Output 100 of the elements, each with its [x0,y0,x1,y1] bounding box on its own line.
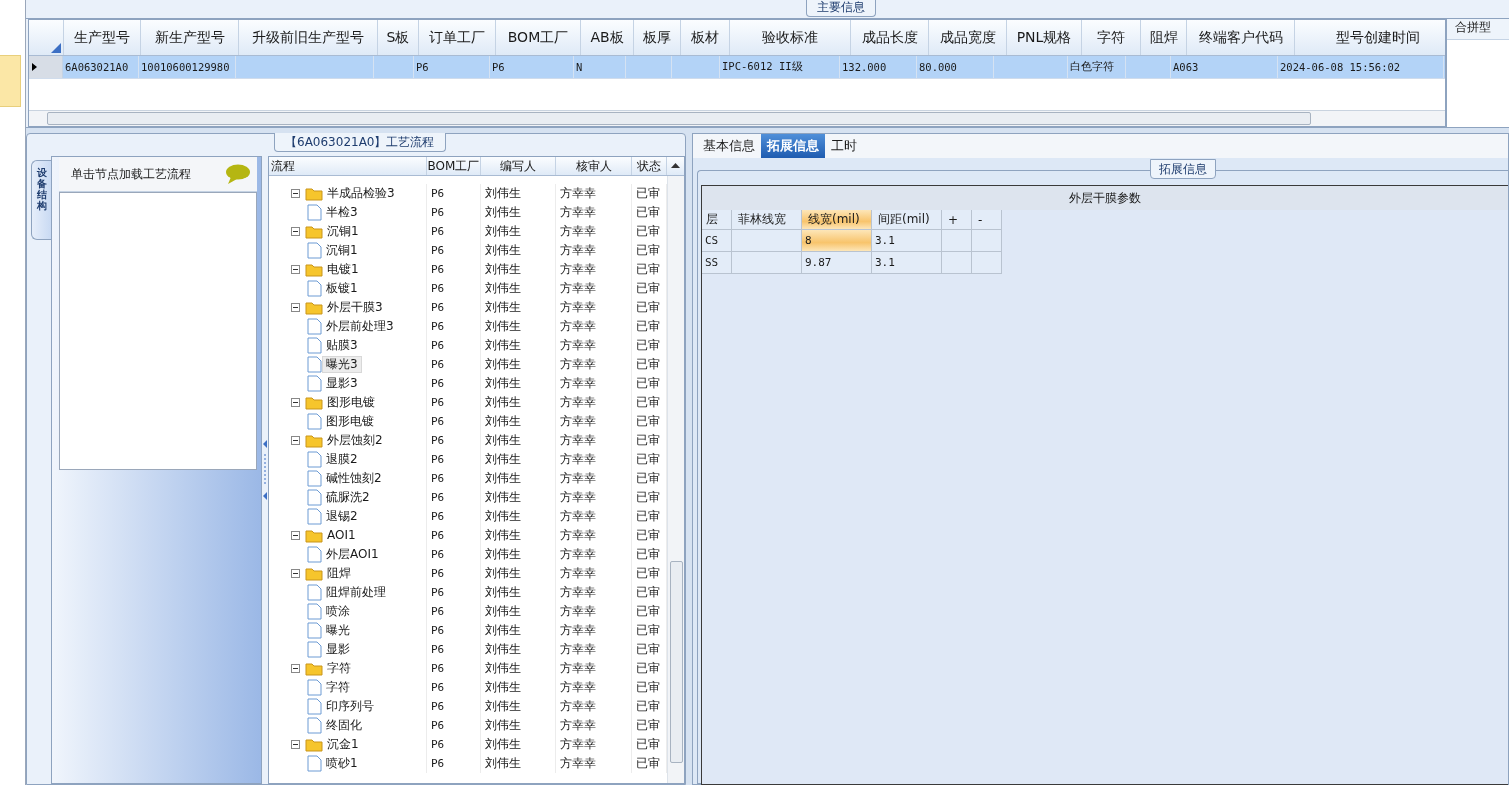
row-pointer-icon [32,63,37,71]
tree-node[interactable]: 外层干膜3 [323,299,387,316]
table-cell[interactable] [972,230,1002,252]
column-header[interactable]: 字符 [1082,20,1141,55]
column-header[interactable]: + [942,210,972,230]
tab[interactable]: 工时 [825,134,863,158]
tree-node[interactable]: AOI1 [323,527,360,544]
table-cell[interactable]: 8 [802,230,872,252]
collapse-icon[interactable] [291,531,300,540]
table-cell: P6 [431,529,445,542]
column-header[interactable]: BOM工厂 [496,20,581,55]
table-cell: 白色字符 [1070,60,1114,74]
document-icon [307,641,322,658]
collapse-icon[interactable] [291,398,300,407]
column-header[interactable]: 流程 [269,157,427,175]
table-cell: 刘伟生 [485,318,521,335]
tree-node[interactable]: 曝光 [322,622,354,639]
column-header[interactable]: 编写人 [481,157,556,175]
tree-node[interactable]: 电镀1 [323,261,363,278]
tree-node[interactable]: 字符 [323,660,355,677]
tree-node[interactable]: 喷涂 [322,603,354,620]
splitter-handle-icon[interactable] [263,440,267,500]
tree-node[interactable]: 硫脲洗2 [322,489,374,506]
column-header[interactable]: 生产型号 [64,20,141,55]
tree-node[interactable]: 沉铜1 [323,223,363,240]
table-cell[interactable] [942,252,972,274]
table-cell[interactable] [732,252,802,274]
tree-node[interactable]: 碱性蚀刻2 [322,470,386,487]
collapse-icon[interactable] [291,265,300,274]
tree-node[interactable]: 沉金1 [323,736,363,753]
table-cell[interactable]: CS [702,230,732,252]
tree-node[interactable]: 半检3 [322,204,362,221]
tree-node[interactable]: 显影3 [322,375,362,392]
collapse-icon[interactable] [291,569,300,578]
collapse-icon[interactable] [291,227,300,236]
column-header[interactable]: 订单工厂 [419,20,496,55]
tab[interactable]: 拓展信息 [761,134,825,158]
column-header[interactable]: 阻焊 [1141,20,1187,55]
tree-node[interactable]: 喷砂1 [322,755,362,772]
tab[interactable]: 基本信息 [697,134,761,158]
folder-icon [305,262,323,277]
column-header[interactable]: 间距(mil) [872,210,942,230]
tree-node[interactable]: 退膜2 [322,451,362,468]
table-cell[interactable]: 3.1 [872,252,942,274]
tree-node[interactable]: 曝光3 [322,356,362,373]
collapse-icon[interactable] [291,664,300,673]
collapse-icon[interactable] [291,189,300,198]
table-cell[interactable]: 9.87 [802,252,872,274]
tree-node[interactable]: 退锡2 [322,508,362,525]
tree-node[interactable]: 阻焊前处理 [322,584,390,601]
tree-node[interactable]: 半成品检验3 [323,185,399,202]
document-icon [307,375,322,392]
column-header[interactable]: 板材 [681,20,730,55]
tree-node[interactable]: 印序列号 [322,698,378,715]
tree-node[interactable]: 终固化 [322,717,366,734]
tree-node[interactable]: 外层蚀刻2 [323,432,387,449]
table-cell: 已审 [636,755,660,772]
table-cell[interactable] [732,230,802,252]
tree-node[interactable]: 外层前处理3 [322,318,398,335]
column-header[interactable]: 线宽(mil) [802,210,872,230]
column-header[interactable]: 合拼型 [1447,19,1509,40]
tree-node[interactable]: 阻焊 [323,565,355,582]
column-header[interactable]: 核审人 [556,157,632,175]
tree-node[interactable]: 字符 [322,679,354,696]
tree-node[interactable]: 显影 [322,641,354,658]
side-tab[interactable]: 设备结构 [31,160,51,240]
table-cell[interactable] [972,252,1002,274]
tree-node[interactable]: 沉铜1 [322,242,362,259]
tree-node[interactable]: 图形电镀 [323,394,379,411]
collapse-icon[interactable] [291,436,300,445]
table-cell[interactable]: SS [702,252,732,274]
horizontal-scrollbar[interactable] [29,110,1445,126]
column-header[interactable]: 成品宽度 [929,20,1007,55]
column-header[interactable]: 板厚 [634,20,681,55]
column-header[interactable]: 成品长度 [851,20,929,55]
tree-node[interactable]: 外层AOI1 [322,546,383,563]
column-header[interactable]: AB板 [581,20,634,55]
column-header[interactable]: - [972,210,1002,230]
table-cell[interactable]: 3.1 [872,230,942,252]
tree-node[interactable]: 板镀1 [322,280,362,297]
collapse-icon[interactable] [291,303,300,312]
vertical-scrollbar[interactable] [667,176,684,783]
table-cell[interactable] [942,230,972,252]
column-header[interactable]: 菲林线宽 [732,210,802,230]
column-header[interactable]: 终端客户代码 [1187,20,1295,55]
column-header[interactable]: PNL规格 [1007,20,1082,55]
column-header[interactable]: 新生产型号 [141,20,239,55]
column-header[interactable]: S板 [378,20,419,55]
tree-node[interactable]: 图形电镀 [322,413,378,430]
column-header[interactable]: 验收标准 [730,20,851,55]
document-icon [307,622,322,639]
column-header[interactable]: 升级前旧生产型号 [239,20,378,55]
table-cell: 方幸幸 [560,603,596,620]
column-header[interactable]: BOM工厂 [427,157,481,175]
column-header[interactable]: 状态 [632,157,667,175]
table-cell: P6 [431,738,445,751]
column-header[interactable]: 层 [702,210,732,230]
tree-node[interactable]: 贴膜3 [322,337,362,354]
table-cell: P6 [431,434,445,447]
collapse-icon[interactable] [291,740,300,749]
